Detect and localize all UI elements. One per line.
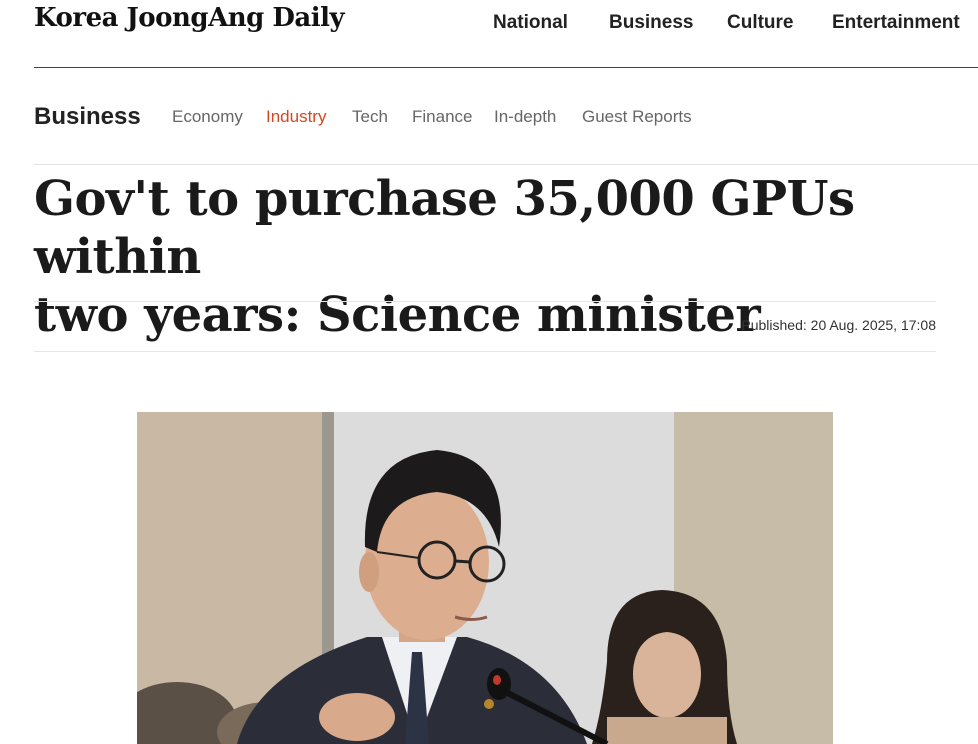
headline-line-2: two years: Science minister: [34, 287, 761, 343]
top-nav: National Business Culture Entertainment: [0, 12, 978, 38]
subnav-divider: [34, 164, 978, 165]
nav-business[interactable]: Business: [609, 12, 693, 34]
headline-divider: [34, 301, 936, 302]
published-date: Published: 20 Aug. 2025, 17:08: [741, 317, 936, 333]
page: Korea JoongAng Daily National Business C…: [0, 0, 978, 744]
subnav-finance[interactable]: Finance: [412, 107, 472, 127]
byline-divider: [34, 351, 936, 352]
subnav-in-depth[interactable]: In-depth: [494, 107, 556, 127]
masthead-divider: [34, 67, 978, 68]
subnav-industry[interactable]: Industry: [266, 107, 326, 127]
subnav-economy[interactable]: Economy: [172, 107, 243, 127]
section-title[interactable]: Business: [34, 103, 141, 131]
nav-national[interactable]: National: [493, 12, 568, 34]
headline-line-1: Gov't to purchase 35,000 GPUs within: [34, 171, 855, 285]
subnav-tech[interactable]: Tech: [352, 107, 388, 127]
article-photo[interactable]: [137, 412, 833, 744]
subnav-guest-reports[interactable]: Guest Reports: [582, 107, 692, 127]
nav-entertainment[interactable]: Entertainment: [832, 12, 960, 34]
nav-culture[interactable]: Culture: [727, 12, 794, 34]
photo-illustration: [137, 412, 833, 744]
